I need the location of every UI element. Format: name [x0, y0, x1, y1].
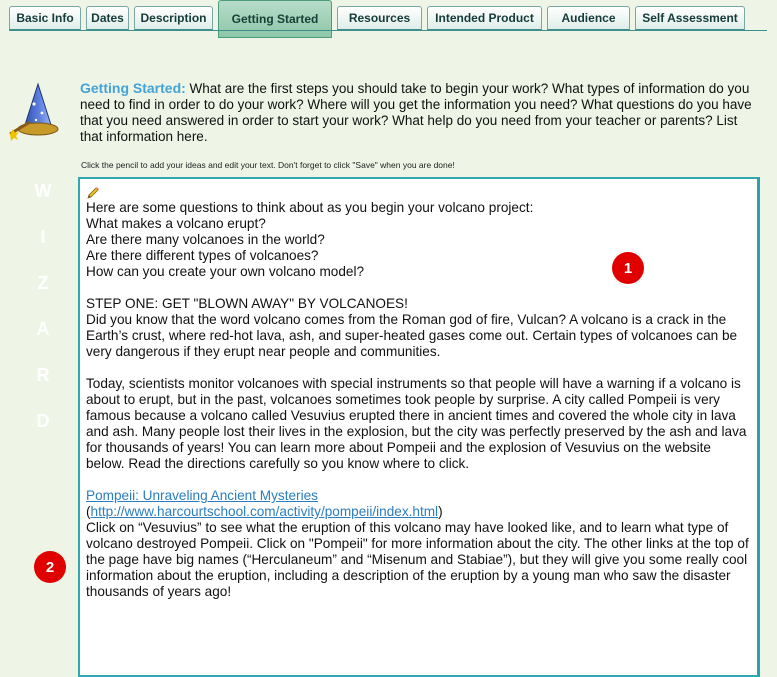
section-heading: Getting Started: — [80, 80, 186, 96]
pencil-icon[interactable] — [86, 186, 100, 200]
wizard-letter: W — [34, 181, 52, 201]
questions-intro: Here are some questions to think about a… — [86, 200, 534, 215]
tab-dates[interactable]: Dates — [86, 6, 129, 30]
pompeii-link[interactable]: Pompeii: Unraveling Ancient Mysteries — [86, 488, 318, 503]
step-title: STEP ONE: GET "BLOWN AWAY" BY VOLCANOES! — [86, 296, 408, 311]
questions-block: Here are some questions to think about a… — [86, 200, 751, 280]
text-editor[interactable]: Here are some questions to think about a… — [78, 177, 760, 677]
wizard-letter: D — [36, 411, 50, 431]
tab-underline — [9, 30, 767, 31]
callout-badge-2: 2 — [34, 551, 66, 583]
edit-hint: Click the pencil to add your ideas and e… — [81, 160, 455, 170]
tab-getting-started[interactable]: Getting Started — [218, 0, 332, 38]
wizard-letter: Z — [37, 273, 49, 293]
tab-description[interactable]: Description — [134, 6, 213, 30]
question-item: What makes a volcano erupt? — [86, 216, 266, 231]
tab-intended-product[interactable]: Intended Product — [427, 6, 542, 30]
step-text: Did you know that the word volcano comes… — [86, 312, 738, 359]
tab-self-assessment[interactable]: Self Assessment — [635, 6, 745, 30]
question-item: Are there many volcanoes in the world? — [86, 232, 325, 247]
question-item: Are there different types of volcanoes? — [86, 248, 319, 263]
paragraph-instructions: Click on “Vesuvius” to see what the erup… — [86, 520, 749, 599]
paragraph-pompeii: Today, scientists monitor volcanoes with… — [86, 376, 747, 471]
step-one-block: STEP ONE: GET "BLOWN AWAY" BY VOLCANOES!… — [86, 296, 751, 360]
pompeii-url-link[interactable]: http://www.harcourtschool.com/activity/p… — [91, 504, 439, 519]
wizard-letter: I — [40, 227, 46, 247]
intro-text: Getting Started: What are the first step… — [80, 80, 760, 145]
tab-basic-info[interactable]: Basic Info — [9, 6, 81, 30]
link-block: Pompeii: Unraveling Ancient Mysteries (h… — [86, 488, 749, 599]
wizard-vertical-label: W I Z A R D — [32, 168, 54, 444]
tab-resources[interactable]: Resources — [337, 6, 422, 30]
callout-badge-1: 1 — [612, 252, 644, 284]
wizard-letter: R — [36, 365, 50, 385]
tab-audience[interactable]: Audience — [547, 6, 630, 30]
question-item: How can you create your own volcano mode… — [86, 264, 365, 279]
wizard-hat-icon — [9, 82, 59, 141]
wizard-letter: A — [36, 319, 50, 339]
